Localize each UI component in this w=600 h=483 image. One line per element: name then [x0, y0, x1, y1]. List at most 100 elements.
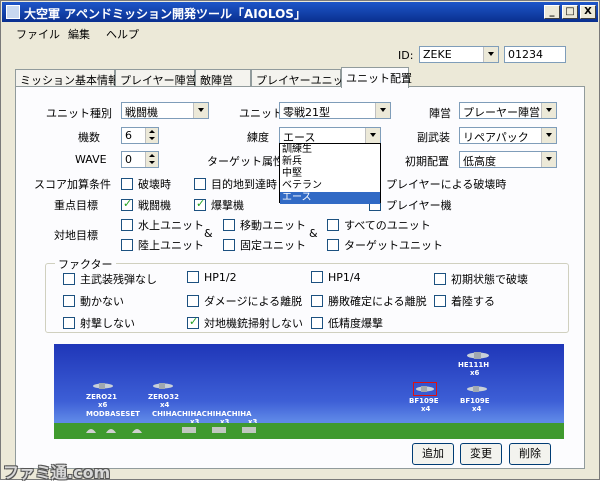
- checkbox-icon[interactable]: [194, 197, 206, 211]
- count-spinner[interactable]: 6: [121, 127, 159, 144]
- priority-player-checkbox[interactable]: プレイヤー機: [369, 197, 452, 213]
- menu-file[interactable]: ファイル: [16, 26, 60, 42]
- checkbox-icon[interactable]: [187, 271, 199, 283]
- chevron-down-icon[interactable]: [541, 103, 556, 118]
- checkbox-icon[interactable]: [434, 273, 446, 285]
- tab-player-faction[interactable]: プレイヤー陣営: [115, 69, 197, 87]
- checkbox-icon[interactable]: [121, 178, 133, 190]
- factor-low-accuracy-checkbox[interactable]: 低精度爆撃: [311, 315, 383, 331]
- close-button[interactable]: X: [580, 5, 596, 19]
- factor-no-ammo-checkbox[interactable]: 主武装残弾なし: [63, 271, 157, 287]
- maximize-button[interactable]: □: [562, 5, 578, 19]
- ground-target-unit-checkbox[interactable]: ターゲットユニット: [327, 237, 443, 253]
- main-window: 大空軍 アペンドミッション開発ツール「AIOLOS」 _ □ X ファイル 編集…: [0, 0, 600, 482]
- skill-option[interactable]: 新兵: [280, 156, 380, 168]
- id-combo[interactable]: ZEKE: [419, 46, 499, 63]
- factor-initially-destroyed-checkbox[interactable]: 初期状態で破壊: [434, 271, 528, 287]
- checkbox-label: すべてのユニット: [344, 219, 431, 232]
- checkbox-icon[interactable]: [121, 239, 133, 251]
- factor-no-fire-checkbox[interactable]: 射撃しない: [63, 315, 135, 331]
- chevron-down-icon[interactable]: [365, 128, 380, 143]
- factor-land-checkbox[interactable]: 着陸する: [434, 293, 495, 309]
- checkbox-icon[interactable]: [187, 315, 199, 329]
- checkbox-icon[interactable]: [63, 273, 75, 285]
- sub-weapon-combo[interactable]: リペアパック: [459, 127, 557, 144]
- chevron-down-icon[interactable]: [193, 103, 208, 118]
- checkbox-label: 着陸する: [451, 295, 495, 308]
- checkbox-label: 陸上ユニット: [138, 239, 204, 252]
- factor-damage-retreat-checkbox[interactable]: ダメージによる離脱: [187, 293, 302, 309]
- skill-option[interactable]: 中堅: [280, 168, 380, 180]
- menu-help[interactable]: ヘルプ: [106, 26, 139, 42]
- tab-player-unit[interactable]: プレイヤーユニット: [251, 69, 355, 87]
- unit-type-label: ユニット種別: [46, 107, 112, 120]
- tab-enemy-faction[interactable]: 敵陣営: [195, 69, 251, 87]
- tab-unit-placement[interactable]: ユニット配置: [341, 67, 412, 88]
- chevron-down-icon[interactable]: [541, 152, 556, 167]
- factors-title: ファクター: [55, 256, 116, 272]
- checkbox-icon[interactable]: [63, 295, 75, 307]
- unit-name-label: ZERO32: [148, 393, 179, 401]
- unit-name-label: ZERO21: [86, 393, 117, 401]
- ground-naval-checkbox[interactable]: 水上ユニット: [121, 217, 204, 233]
- wave-spinner[interactable]: 0: [121, 151, 159, 168]
- factor-hp-quarter-checkbox[interactable]: HP1/4: [311, 271, 361, 284]
- menu-edit[interactable]: 編集: [68, 26, 90, 42]
- tank-icons: [182, 427, 256, 433]
- factor-hp-half-checkbox[interactable]: HP1/2: [187, 271, 237, 284]
- factor-outcome-retreat-checkbox[interactable]: 勝敗確定による離脱: [311, 293, 427, 309]
- checkbox-icon[interactable]: [311, 271, 323, 283]
- priority-fighter-checkbox[interactable]: 戦闘機: [121, 197, 171, 213]
- ground-fixed-checkbox[interactable]: 固定ユニット: [223, 237, 306, 253]
- ground-land-checkbox[interactable]: 陸上ユニット: [121, 237, 204, 253]
- skill-option-selected[interactable]: エース: [280, 192, 380, 204]
- id-combo-value: ZEKE: [423, 48, 452, 61]
- ground-unit-label: CHIHACHIHACHIHACHIHA: [152, 410, 252, 418]
- unit-type-combo[interactable]: 戦闘機: [121, 102, 209, 119]
- tab-mission-info[interactable]: ミッション基本情報: [15, 69, 119, 87]
- score-on-destroy-checkbox[interactable]: 破壊時: [121, 176, 171, 192]
- id-number-field[interactable]: 01234: [504, 46, 566, 63]
- chevron-down-icon[interactable]: [541, 128, 556, 143]
- plane-icon: [93, 383, 113, 389]
- checkbox-icon[interactable]: [223, 239, 235, 251]
- unit-combo[interactable]: 零戦21型: [279, 102, 391, 119]
- checkbox-label: 動かない: [80, 295, 124, 308]
- score-on-arrival-checkbox[interactable]: 目的地到達時: [194, 176, 277, 192]
- checkbox-icon[interactable]: [194, 178, 206, 190]
- ground-all-checkbox[interactable]: すべてのユニット: [327, 217, 431, 233]
- checkbox-icon[interactable]: [311, 295, 323, 307]
- score-on-player-destroy-checkbox[interactable]: プレイヤーによる破壊時: [369, 176, 506, 192]
- checkbox-icon[interactable]: [223, 219, 235, 231]
- spin-arrows-icon[interactable]: [145, 128, 158, 143]
- factor-immobile-checkbox[interactable]: 動かない: [63, 293, 124, 309]
- scene-preview[interactable]: ZERO21 x6 ZERO32 x4 HE111H x6 BF109E x4 …: [54, 344, 564, 439]
- minimize-button[interactable]: _: [544, 5, 560, 19]
- sub-weapon-label: 副武装: [417, 131, 450, 144]
- skill-option[interactable]: ベテラン: [280, 180, 380, 192]
- checkbox-icon[interactable]: [311, 317, 323, 329]
- checkbox-icon[interactable]: [63, 317, 75, 329]
- delete-button[interactable]: 削除: [509, 443, 551, 465]
- checkbox-icon[interactable]: [327, 239, 339, 251]
- checkbox-icon[interactable]: [121, 219, 133, 231]
- checkbox-icon[interactable]: [187, 295, 199, 307]
- skill-combo[interactable]: エース: [279, 127, 381, 144]
- faction-combo[interactable]: プレーヤー陣営: [459, 102, 557, 119]
- ground-mobile-checkbox[interactable]: 移動ユニット: [223, 217, 306, 233]
- checkbox-icon[interactable]: [121, 197, 133, 211]
- checkbox-icon[interactable]: [327, 219, 339, 231]
- chevron-down-icon[interactable]: [483, 47, 498, 62]
- factor-no-strafe-checkbox[interactable]: 対地機銃掃射しない: [187, 315, 303, 331]
- wave-value: 0: [125, 153, 132, 166]
- skill-option[interactable]: 訓練生: [280, 144, 380, 156]
- spin-arrows-icon[interactable]: [145, 152, 158, 167]
- chevron-down-icon[interactable]: [375, 103, 390, 118]
- add-button[interactable]: 追加: [412, 443, 454, 465]
- change-button[interactable]: 変更: [460, 443, 502, 465]
- skill-dropdown-list[interactable]: 訓練生 新兵 中堅 ベテラン エース: [279, 143, 381, 204]
- watermark-logo: ファミ通.com: [3, 463, 111, 482]
- checkbox-icon[interactable]: [434, 295, 446, 307]
- initial-position-combo[interactable]: 低高度: [459, 151, 557, 168]
- priority-bomber-checkbox[interactable]: 爆撃機: [194, 197, 244, 213]
